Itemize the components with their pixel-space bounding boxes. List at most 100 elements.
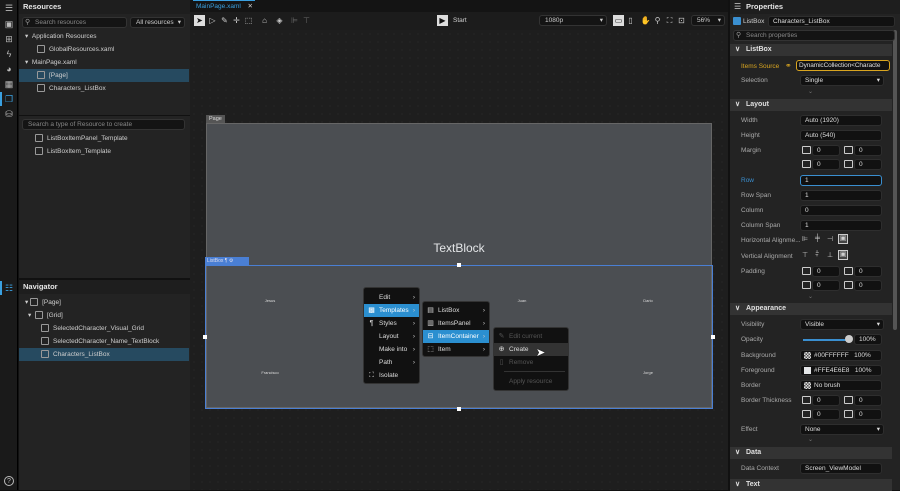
properties-search-input[interactable]: Search properties — [733, 30, 895, 41]
align-left-icon[interactable]: ⊫ — [289, 15, 300, 26]
fit-selection-icon[interactable]: ⊡ — [676, 15, 687, 26]
align-top-icon[interactable]: ⊤ — [301, 15, 312, 26]
close-icon[interactable]: ✕ — [248, 1, 253, 12]
opacity-slider[interactable] — [803, 339, 849, 341]
direct-select-icon[interactable]: ▷ — [207, 15, 218, 26]
padding-bottom-input[interactable]: 0 — [854, 280, 882, 291]
menu-item-templates[interactable]: ▩ Templates › — [364, 304, 419, 317]
zoom-icon[interactable]: ⚲ — [652, 15, 663, 26]
margin-right-input[interactable]: 0 — [854, 145, 882, 156]
resources-filter-dropdown[interactable]: All resources ▾ — [130, 17, 185, 28]
expand-icon[interactable]: ⌄ — [808, 436, 813, 443]
zoom-dropdown[interactable]: 56% ▾ — [691, 15, 725, 26]
tree-item[interactable]: ▾ MainPage.xaml — [19, 56, 189, 69]
expand-icon[interactable]: ⌄ — [808, 293, 813, 300]
menu-item-remove[interactable]: ▯ Remove — [494, 356, 568, 369]
menu-item-itemspanel[interactable]: ▥ ItemsPanel › — [423, 317, 489, 330]
tree-item[interactable]: Characters_ListBox — [19, 82, 189, 95]
thickness-bottom-input[interactable]: 0 — [854, 409, 882, 420]
style-icon[interactable]: ¶ — [225, 258, 228, 264]
resize-handle[interactable] — [203, 335, 207, 339]
align-left-icon[interactable]: ⊫ — [802, 235, 808, 243]
menu-item-path[interactable]: Path › — [364, 356, 419, 369]
list-item[interactable]: Francisco — [250, 370, 290, 375]
column-input[interactable]: 0 — [800, 205, 882, 216]
start-label[interactable]: Start — [453, 17, 467, 24]
align-center-icon[interactable]: ╪ — [815, 235, 820, 242]
list-item[interactable]: Jorge — [628, 370, 668, 375]
nav-item[interactable]: ▾ [Grid] — [19, 309, 189, 322]
opacity-slider-thumb[interactable] — [845, 335, 853, 343]
visibility-dropdown[interactable]: Visible ▾ — [800, 319, 884, 330]
list-item[interactable]: Dario — [628, 298, 668, 303]
thickness-top-input[interactable]: 0 — [812, 409, 840, 420]
assets-icon[interactable]: ▣ — [4, 19, 14, 29]
menu-item-create[interactable]: ⊕ Create — [494, 343, 568, 356]
menu-item-item[interactable]: ⬚ Item › — [423, 343, 489, 356]
align-top-icon[interactable]: ⊤ — [802, 251, 808, 259]
pen-tool-icon[interactable]: ✎ — [219, 15, 230, 26]
add-icon[interactable]: ⊞ — [4, 34, 14, 44]
resize-handle[interactable] — [711, 335, 715, 339]
menu-item-styles[interactable]: ¶ Styles › — [364, 317, 419, 330]
rowspan-input[interactable]: 1 — [800, 190, 882, 201]
brush-tool-icon[interactable]: ⌂ — [259, 15, 270, 26]
play-icon[interactable]: ▶ — [437, 15, 448, 26]
menu-item-layout[interactable]: Layout › — [364, 330, 419, 343]
align-right-icon[interactable]: ⊣ — [827, 235, 833, 243]
transform-tool-icon[interactable]: ⬚ — [243, 15, 254, 26]
move-tool-icon[interactable]: ✛ — [231, 15, 242, 26]
row-input[interactable]: 1 — [800, 175, 882, 186]
resize-handle[interactable] — [457, 263, 461, 267]
border-input[interactable]: No brush — [800, 380, 882, 391]
padding-left-input[interactable]: 0 — [812, 266, 840, 277]
lightning-icon[interactable]: ϟ — [4, 49, 14, 59]
timeline-icon[interactable]: ▦ — [4, 79, 14, 89]
thickness-right-input[interactable]: 0 — [854, 395, 882, 406]
resolution-dropdown[interactable]: 1080p ▾ — [539, 15, 607, 26]
data-context-input[interactable]: Screen_ViewModel — [800, 463, 882, 474]
navigator-icon[interactable]: ☷ — [4, 283, 14, 293]
element-name-input[interactable]: Characters_ListBox — [768, 16, 895, 27]
menu-item-apply-resource[interactable]: Apply resource — [494, 375, 568, 388]
section-listbox[interactable]: ListBox — [730, 44, 892, 56]
nav-item[interactable]: SelectedCharacter_Name_TextBlock — [19, 335, 189, 348]
nav-item[interactable]: ▾ [Page] — [19, 296, 189, 309]
menu-item-itemcontainer[interactable]: ⊟ ItemContainer › — [423, 330, 489, 343]
palette-icon[interactable]: ◕ — [4, 64, 14, 74]
menu-item-make-into[interactable]: Make into › — [364, 343, 419, 356]
thickness-left-input[interactable]: 0 — [812, 395, 840, 406]
selection-dropdown[interactable]: Single ▾ — [800, 75, 884, 86]
help-icon[interactable]: ? — [4, 476, 14, 486]
data-icon[interactable]: ⛁ — [4, 109, 14, 119]
section-data[interactable]: Data — [730, 447, 892, 459]
template-item[interactable]: ListBoxItem_Template — [19, 145, 189, 158]
valign-stretch-icon[interactable]: ▣ — [838, 250, 848, 260]
resources-search-input[interactable]: Search resources — [22, 17, 127, 28]
menu-item-edit-current[interactable]: ✎ Edit current — [494, 330, 568, 343]
nav-item-selected[interactable]: Characters_ListBox — [19, 348, 189, 361]
resources-icon[interactable]: ❐ — [4, 94, 14, 104]
expand-icon[interactable]: ⌄ — [808, 88, 813, 95]
opacity-input[interactable]: 100% — [854, 334, 882, 345]
effect-dropdown[interactable]: None ▾ — [800, 424, 884, 435]
height-input[interactable]: Auto (540) — [800, 130, 882, 141]
section-layout[interactable]: Layout — [730, 99, 892, 111]
margin-top-input[interactable]: 0 — [812, 159, 840, 170]
menu-item-listbox[interactable]: ▤ ListBox › — [423, 304, 489, 317]
padding-right-input[interactable]: 0 — [854, 266, 882, 277]
align-stretch-icon[interactable]: ▣ — [838, 234, 848, 244]
menu-item-edit[interactable]: Edit › — [364, 291, 419, 304]
menu-item-isolate[interactable]: ⛶ Isolate — [364, 369, 419, 382]
resource-type-search-input[interactable]: Search a type of Resource to create — [22, 119, 185, 130]
resize-handle[interactable] — [457, 407, 461, 411]
fill-tool-icon[interactable]: ◈ — [274, 15, 285, 26]
colspan-input[interactable]: 1 — [800, 220, 882, 231]
align-middle-icon[interactable]: ⫩ — [815, 251, 819, 259]
portrait-icon[interactable]: ▯ — [625, 15, 636, 26]
tree-item[interactable]: GlobalResources.xaml — [19, 43, 189, 56]
margin-left-input[interactable]: 0 — [812, 145, 840, 156]
hand-tool-icon[interactable]: ✋ — [640, 15, 651, 26]
margin-bottom-input[interactable]: 0 — [854, 159, 882, 170]
textblock-element[interactable]: TextBlock — [206, 241, 712, 255]
